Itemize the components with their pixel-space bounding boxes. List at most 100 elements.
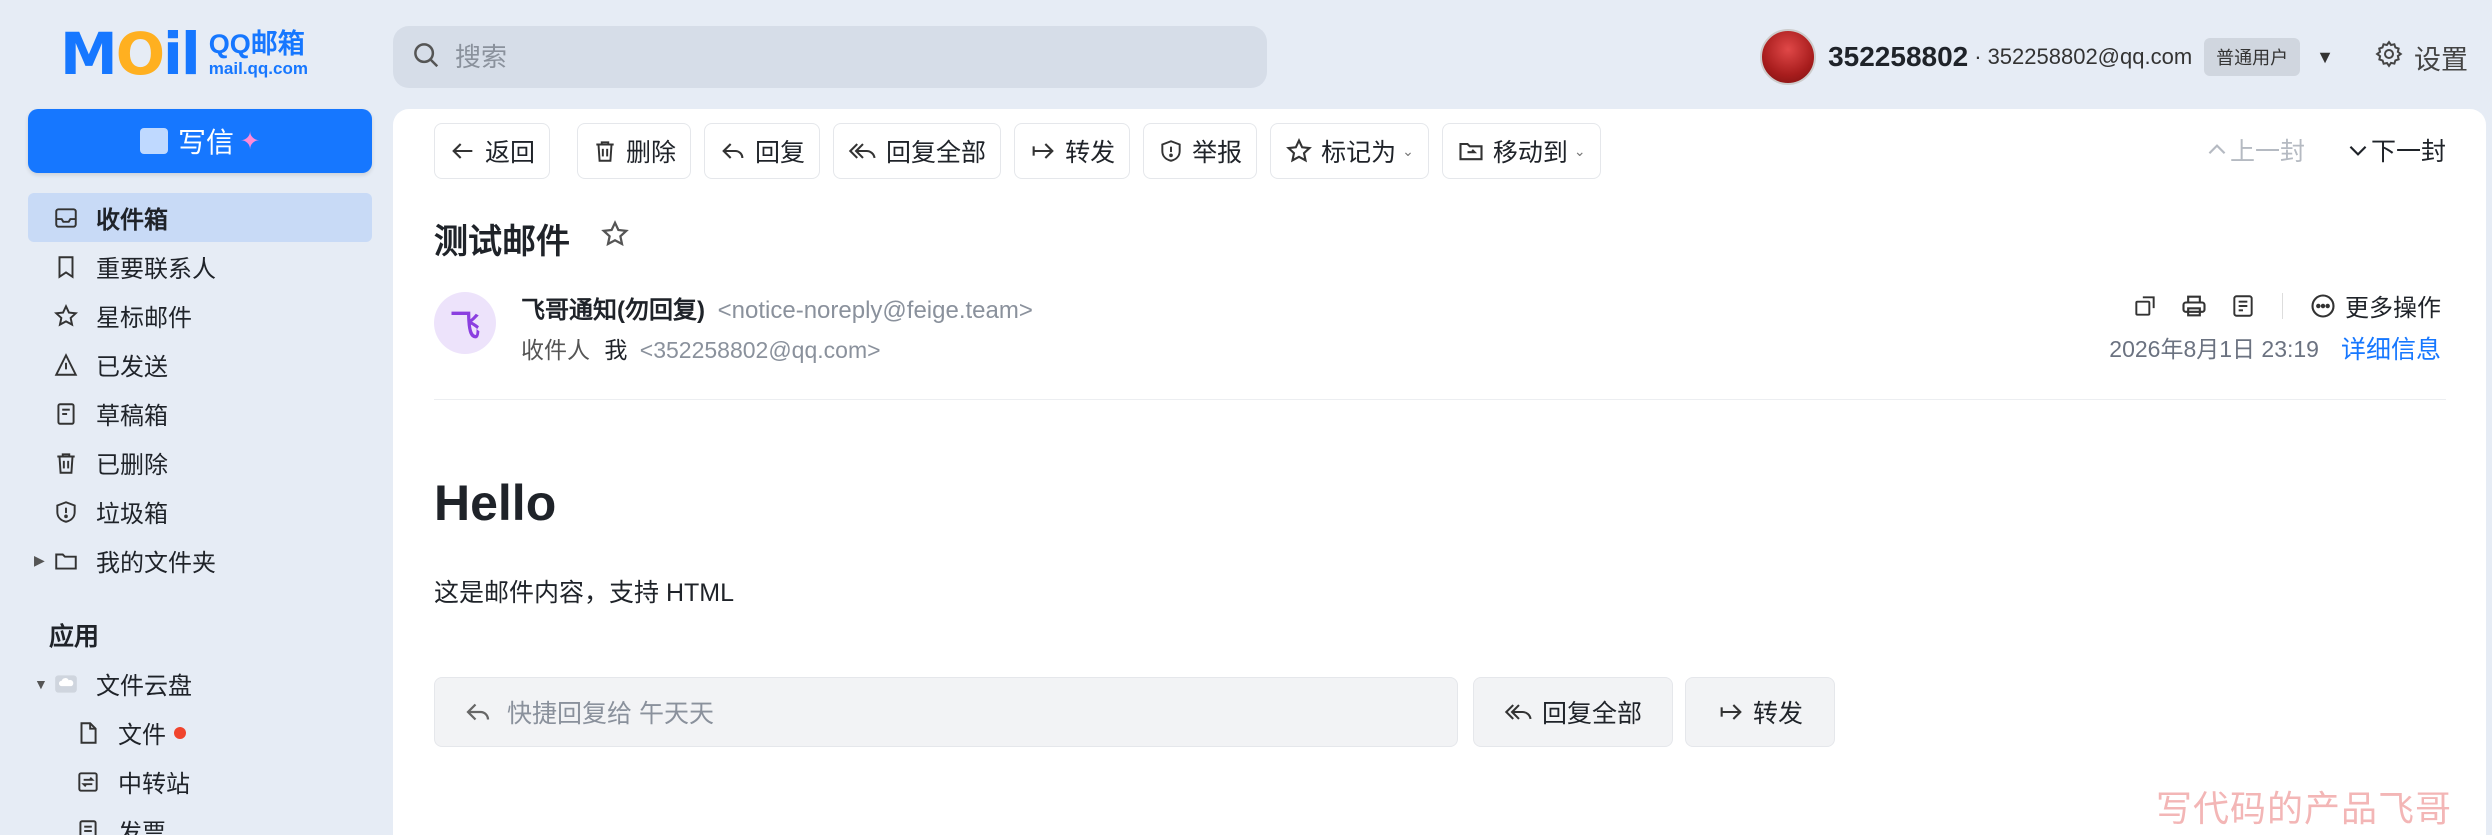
app-item-cloud-drive[interactable]: ▼ 文件云盘 bbox=[28, 659, 372, 708]
more-actions-label: 更多操作 bbox=[2345, 295, 2441, 322]
collapse-arrow-icon[interactable]: ▼ bbox=[34, 676, 48, 692]
user-id: 352258802 bbox=[1828, 41, 1969, 72]
quick-reply-placeholder: 快捷回复给 午天天 bbox=[507, 700, 714, 728]
sidebar-item-my-folders[interactable]: ▶ 我的文件夹 bbox=[28, 536, 372, 585]
next-mail-button[interactable]: 下一封 bbox=[2345, 132, 2446, 168]
reply-all-icon bbox=[848, 143, 876, 159]
subject-text: 测试邮件 bbox=[434, 223, 570, 261]
sidebar-item-deleted[interactable]: 已删除 bbox=[28, 438, 372, 487]
sender-avatar[interactable]: 飞 bbox=[434, 292, 496, 354]
recipient-name[interactable]: 我 bbox=[604, 337, 627, 363]
forward-icon bbox=[1720, 704, 1742, 720]
next-mail-label: 下一封 bbox=[2370, 138, 2446, 166]
sidebar-item-spam[interactable]: 垃圾箱 bbox=[28, 487, 372, 536]
quick-reply-input[interactable]: 快捷回复给 午天天 bbox=[434, 677, 1458, 747]
mail-header-tools: 更多操作 bbox=[2110, 288, 2441, 323]
forward-icon bbox=[1032, 143, 1054, 159]
forward-button[interactable]: 转发 bbox=[1014, 123, 1131, 179]
more-actions-button[interactable]: 更多操作 bbox=[2309, 288, 2441, 323]
sidebar-item-label: 收件箱 bbox=[96, 207, 168, 234]
app-item-label: 中转站 bbox=[118, 771, 190, 798]
delete-button[interactable]: 删除 bbox=[577, 123, 692, 179]
reply-all-icon bbox=[1504, 704, 1532, 720]
sidebar-item-sent[interactable]: 已发送 bbox=[28, 340, 372, 389]
mail-reading-pane: 返回 删除 回复 回复全部 转发 举报 标记为 ⌄ 移动到 ⌄ 上一封 下一封 … bbox=[393, 109, 2486, 835]
app-item-label: 文件 bbox=[118, 722, 166, 749]
mail-body-text: 这是邮件内容，支持 HTML bbox=[434, 579, 735, 607]
app-item-transfer-station[interactable]: 中转站 bbox=[28, 757, 372, 806]
user-level-badge: 普通用户 bbox=[2204, 38, 2301, 76]
trash-icon bbox=[596, 141, 614, 162]
prev-mail-label: 上一封 bbox=[2229, 138, 2305, 166]
star-icon bbox=[1286, 138, 1313, 163]
star-toggle-icon[interactable] bbox=[600, 219, 630, 258]
apps-nav: ▼ 文件云盘 文件 中转站 发票 bbox=[28, 659, 372, 835]
sidebar-item-label: 重要联系人 bbox=[96, 256, 216, 283]
sidebar-item-label: 星标邮件 bbox=[96, 305, 192, 332]
open-new-window-icon[interactable] bbox=[2132, 293, 2158, 319]
quick-forward-button[interactable]: 转发 bbox=[1685, 677, 1835, 747]
app-item-label: 发票 bbox=[118, 820, 166, 835]
qq-mail-logo[interactable]: MOil QQ邮箱 mail.qq.com bbox=[60, 24, 308, 84]
move-to-dropdown[interactable]: 移动到 ⌄ bbox=[1441, 123, 1601, 179]
note-icon[interactable] bbox=[2230, 293, 2256, 319]
notification-dot bbox=[174, 726, 186, 739]
search-input[interactable] bbox=[455, 41, 1235, 73]
divider bbox=[2282, 292, 2283, 319]
chevron-down-icon: ⌄ bbox=[1402, 142, 1414, 159]
back-button[interactable]: 返回 bbox=[434, 123, 551, 179]
reply-button[interactable]: 回复 bbox=[704, 123, 821, 179]
sidebar-item-label: 我的文件夹 bbox=[96, 550, 216, 577]
file-icon bbox=[74, 719, 102, 747]
mail-pager: 上一封 下一封 bbox=[2204, 122, 2446, 178]
quick-reply-all-label: 回复全部 bbox=[1541, 700, 1642, 728]
sidebar-item-inbox[interactable]: 收件箱 bbox=[28, 193, 372, 242]
user-separator: · bbox=[1974, 44, 1982, 69]
sidebar-item-label: 垃圾箱 bbox=[96, 501, 168, 528]
report-button[interactable]: 举报 bbox=[1143, 123, 1258, 179]
sparkle-icon: ✦ bbox=[239, 127, 261, 155]
quick-reply-all-button[interactable]: 回复全部 bbox=[1473, 677, 1673, 747]
detail-info-link[interactable]: 详细信息 bbox=[2341, 330, 2441, 366]
back-label: 返回 bbox=[485, 139, 536, 167]
chevron-down-icon: ⌄ bbox=[1573, 142, 1586, 159]
invoice-icon bbox=[74, 817, 102, 835]
sidebar-item-important-contacts[interactable]: 重要联系人 bbox=[28, 242, 372, 291]
compose-button[interactable]: 写信 ✦ bbox=[28, 109, 372, 173]
print-icon[interactable] bbox=[2180, 292, 2208, 320]
mailbox-nav: 收件箱 重要联系人 星标邮件 已发送 草稿箱 已删除 垃圾箱 ▶ 我的文件夹 bbox=[28, 193, 372, 585]
reply-all-label: 回复全部 bbox=[886, 139, 987, 167]
sidebar-item-starred[interactable]: 星标邮件 bbox=[28, 291, 372, 340]
delete-label: 删除 bbox=[626, 139, 677, 167]
settings-button[interactable]: 设置 bbox=[2374, 38, 2468, 77]
mark-as-dropdown[interactable]: 标记为 ⌄ bbox=[1270, 123, 1429, 179]
spam-shield-icon bbox=[52, 498, 80, 526]
inbox-icon bbox=[52, 204, 80, 232]
user-bar: 352258802 · 352258802@qq.com 普通用户 ▼ 设置 bbox=[1760, 26, 2468, 88]
expand-arrow-icon[interactable]: ▶ bbox=[34, 552, 45, 569]
sender-name[interactable]: 飞哥通知(勿回复) bbox=[521, 297, 705, 324]
mail-subject: 测试邮件 bbox=[434, 214, 630, 263]
bookmark-icon bbox=[52, 253, 80, 281]
account-dropdown-icon[interactable]: ▼ bbox=[2316, 47, 2334, 68]
prev-mail-button[interactable]: 上一封 bbox=[2204, 132, 2305, 168]
reply-all-button[interactable]: 回复全部 bbox=[833, 123, 1002, 179]
logo-mark: MOil bbox=[60, 20, 201, 88]
search-bar[interactable] bbox=[393, 26, 1267, 88]
apps-section-title: 应用 bbox=[49, 623, 100, 651]
avatar[interactable] bbox=[1760, 29, 1817, 85]
settings-label: 设置 bbox=[2414, 44, 2468, 75]
move-folder-icon bbox=[1459, 142, 1483, 161]
gear-icon bbox=[2374, 39, 2404, 76]
mail-toolbar: 返回 删除 回复 回复全部 转发 举报 标记为 ⌄ 移动到 ⌄ 上一封 下一封 bbox=[434, 122, 2446, 180]
logo-domain: mail.qq.com bbox=[208, 58, 308, 78]
recipient-label: 收件人 bbox=[521, 337, 590, 363]
app-item-files[interactable]: 文件 bbox=[28, 708, 372, 757]
chevron-up-icon bbox=[2208, 144, 2226, 155]
recipient-address: <352258802@qq.com> bbox=[639, 337, 881, 363]
reply-icon bbox=[722, 143, 744, 159]
app-item-invoice[interactable]: 发票 bbox=[28, 806, 372, 835]
sidebar-item-drafts[interactable]: 草稿箱 bbox=[28, 389, 372, 438]
recipient-info: 收件人 我 <352258802@qq.com> bbox=[521, 331, 881, 365]
transfer-icon bbox=[74, 768, 102, 796]
